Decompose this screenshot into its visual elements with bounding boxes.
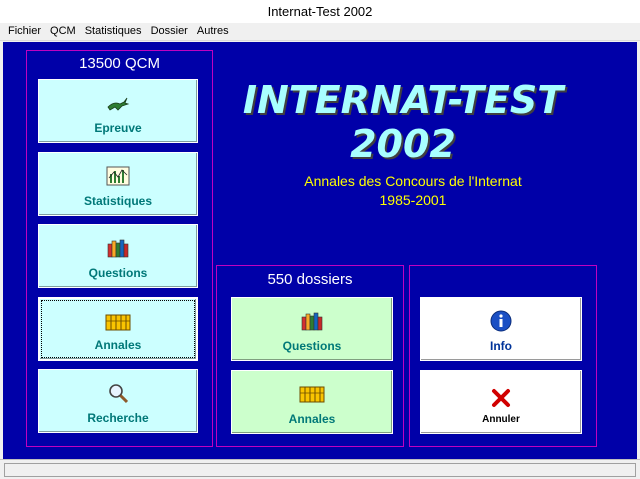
epreuve-button[interactable]: Epreuve (38, 79, 198, 143)
window-title: Internat-Test 2002 (267, 4, 373, 19)
annuler-button[interactable]: Annuler (420, 370, 582, 434)
annales-button[interactable]: Annales (38, 297, 198, 361)
menu-fichier[interactable]: Fichier (4, 23, 46, 40)
recherche-label: Recherche (87, 411, 149, 425)
annales-label: Annales (94, 338, 142, 352)
app-title-line2: 2002 (350, 122, 456, 166)
menu-dossier[interactable]: Dossier (147, 23, 193, 40)
main-panel: 13500 QCM Epreuve Statistiques Questions… (3, 42, 637, 459)
qcm-group: 13500 QCM Epreuve Statistiques Questions… (26, 50, 213, 447)
qcm-group-title: 13500 QCM (79, 55, 160, 72)
dossier-annales-button[interactable]: Annales (231, 370, 393, 434)
status-panel (4, 463, 636, 477)
statistiques-button[interactable]: Statistiques (38, 152, 198, 216)
running-rabbit-icon (105, 92, 131, 114)
dossiers-group-title: 550 dossiers (267, 271, 353, 288)
cancel-x-icon (488, 387, 514, 409)
subtitle-line1: Annales des Concours de l'Internat (304, 173, 522, 189)
dossier-annales-label: Annales (288, 412, 336, 426)
questions-label: Questions (88, 266, 148, 280)
menu-statistiques[interactable]: Statistiques (81, 23, 147, 40)
info-label: Info (490, 339, 512, 353)
statistiques-label: Statistiques (83, 194, 152, 208)
info-icon (488, 310, 514, 332)
recherche-button[interactable]: Recherche (38, 369, 198, 433)
menu-bar: Fichier QCM Statistiques Dossier Autres (0, 23, 640, 41)
info-button[interactable]: Info (420, 297, 582, 361)
chart-icon (105, 165, 131, 187)
magnifier-icon (105, 382, 131, 404)
misc-group: Info Annuler (409, 265, 597, 447)
binders-icon (299, 383, 325, 405)
window-titlebar: Internat-Test 2002 (0, 0, 640, 23)
dossiers-group: 550 dossiers Questions Annales (216, 265, 404, 447)
status-bar (0, 459, 640, 479)
books-icon (299, 310, 325, 332)
books-icon (105, 237, 131, 259)
menu-qcm[interactable]: QCM (46, 23, 81, 40)
annuler-label: Annuler (482, 414, 520, 425)
epreuve-label: Epreuve (94, 121, 142, 135)
dossier-questions-label: Questions (282, 339, 342, 353)
binders-icon (105, 311, 131, 333)
questions-button[interactable]: Questions (38, 224, 198, 288)
app-title-line1: INTERNAT-TEST (242, 78, 564, 122)
menu-autres[interactable]: Autres (193, 23, 234, 40)
subtitle-line2: 1985-2001 (379, 192, 447, 208)
dossier-questions-button[interactable]: Questions (231, 297, 393, 361)
